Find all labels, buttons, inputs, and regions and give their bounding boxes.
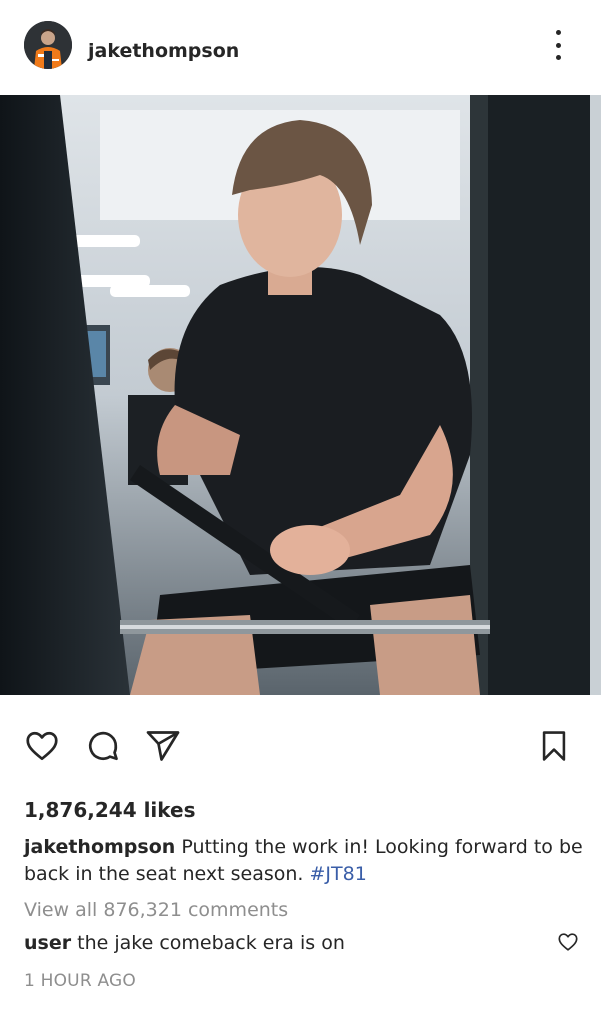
more-vertical-icon[interactable] [548, 30, 568, 60]
post-actions [0, 726, 601, 770]
view-all-comments-link[interactable]: View all 876,321 comments [24, 897, 288, 924]
heart-icon[interactable] [22, 726, 62, 766]
comment-heart-icon[interactable] [555, 929, 581, 955]
comment-item: user the jake comeback era is on [24, 930, 544, 957]
post-timestamp: 1 HOUR AGO [24, 971, 136, 991]
avatar[interactable] [24, 21, 72, 69]
comment-username[interactable]: user [24, 932, 71, 954]
caption-hashtag[interactable]: #JT81 [310, 863, 367, 885]
likes-count[interactable]: 1,876,244 likes [24, 796, 196, 824]
post-header: jakethompson [0, 0, 601, 95]
comment-text: the jake comeback era is on [71, 932, 345, 954]
send-icon[interactable] [143, 726, 183, 766]
post-username[interactable]: jakethompson [88, 38, 239, 64]
comment-icon[interactable] [83, 726, 123, 766]
caption-username[interactable]: jakethompson [24, 836, 175, 858]
post-photo[interactable] [0, 95, 601, 695]
post-caption: jakethompson Putting the work in! Lookin… [24, 834, 584, 888]
bookmark-icon[interactable] [534, 726, 574, 766]
